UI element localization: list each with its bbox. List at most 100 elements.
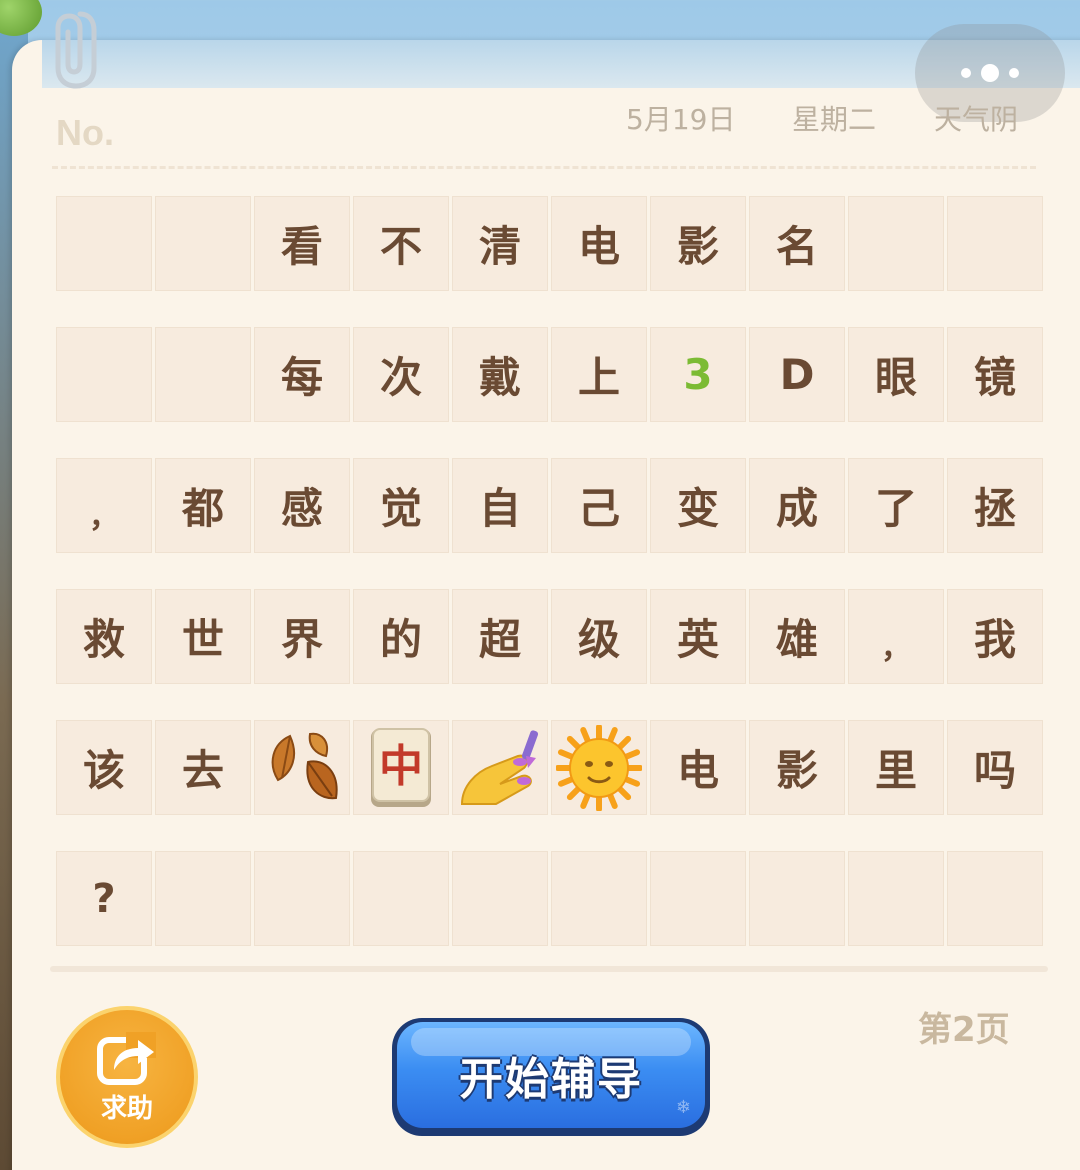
cell-character: 该 [82,746,125,795]
character-cell: 超 [452,589,548,684]
emoji-cell [254,720,350,815]
empty-cell [848,196,944,291]
character-cell: 界 [254,589,350,684]
empty-cell [254,851,350,946]
cell-character: 雄 [775,615,818,664]
cell-character: 次 [379,353,422,402]
emoji-cell [452,720,548,815]
cell-character: 感 [280,484,323,533]
character-cell: 上 [551,327,647,422]
character-cell: ? [56,851,152,946]
paperclip-icon [55,11,97,89]
punctuation-cell: ， [56,458,152,553]
empty-cell [155,327,251,422]
menu-dot-icon [1009,68,1019,78]
character-cell: 清 [452,196,548,291]
cell-character: 镜 [973,353,1016,402]
footer-divider [50,966,1048,972]
weekday-label: 星期二 [792,103,877,136]
emoji-cell: 中 [353,720,449,815]
character-cell: 3 [650,327,746,422]
nail-polish-icon [456,726,544,810]
character-cell: 不 [353,196,449,291]
cell-character: 戴 [478,353,521,402]
character-cell: 镜 [947,327,1043,422]
character-cell: 影 [749,720,845,815]
empty-cell [155,851,251,946]
character-cell: 变 [650,458,746,553]
cell-character: 变 [676,484,719,533]
empty-cell [848,851,944,946]
empty-cell [56,327,152,422]
menu-dot-icon [981,64,999,82]
cell-character: 电 [577,222,620,271]
empty-cell [749,851,845,946]
entry-number-label: No. [56,112,114,153]
help-button[interactable]: 求助 [56,1006,198,1148]
tile-character: 中 [379,741,423,792]
character-cell: D [749,327,845,422]
grid-row: ? [56,851,1046,948]
character-cell: 吗 [947,720,1043,815]
cell-character: 上 [577,353,620,402]
cell-character: 自 [478,484,521,533]
cell-character: 了 [874,484,917,533]
empty-cell [551,851,647,946]
cell-character: 成 [775,484,818,533]
empty-cell [947,851,1043,946]
cell-character: 不 [379,222,422,271]
cell-character: 影 [676,222,719,271]
character-cell: 影 [650,196,746,291]
character-cell: 都 [155,458,251,553]
grid-row: 救 世 界 的 超 级 英 雄 ， 我 [56,589,1046,686]
cell-character: 3 [683,350,713,399]
character-cell: 感 [254,458,350,553]
sun-with-face-icon [556,724,642,811]
cell-character: 眼 [874,353,917,402]
character-cell: 己 [551,458,647,553]
date-label: 5月19日 [626,103,736,136]
character-cell: 拯 [947,458,1043,553]
emoji-cell [551,720,647,815]
menu-dot-icon [961,68,971,78]
leaf-decoration [0,0,42,36]
character-cell: 电 [551,196,647,291]
header-divider [52,166,1036,169]
cell-character: 己 [577,484,620,533]
cell-character: 看 [280,222,323,271]
cell-character: 里 [874,746,917,795]
start-button-face: 开始辅导 ❄ [397,1022,705,1128]
character-cell: 级 [551,589,647,684]
cell-character: 超 [478,615,521,664]
cell-character: 救 [82,615,125,664]
page-number: 第2页 [918,1010,1010,1050]
help-button-label: 求助 [100,1093,153,1124]
character-cell: 每 [254,327,350,422]
cell-character: 影 [775,746,818,795]
cell-character: 吗 [973,746,1016,795]
fallen-leaves-icon [260,728,344,808]
cell-character: 每 [280,353,323,402]
cell-character: 觉 [379,484,422,533]
cell-character: 去 [181,746,224,795]
character-cell: 自 [452,458,548,553]
cell-character: 英 [676,615,719,664]
character-cell: 雄 [749,589,845,684]
character-cell: 成 [749,458,845,553]
empty-cell [353,851,449,946]
character-cell: 觉 [353,458,449,553]
cell-character: 我 [973,615,1016,664]
cell-character: 拯 [973,484,1016,533]
empty-cell [947,196,1043,291]
share-icon [97,1031,156,1085]
cell-punctuation: ， [89,500,119,535]
start-tutoring-button[interactable]: 开始辅导 ❄ [392,1018,710,1136]
cell-character: 清 [478,222,521,271]
cell-character: 名 [775,222,818,271]
character-cell: 看 [254,196,350,291]
cell-character: 世 [181,615,224,664]
snowflake-icon: ❄ [675,1097,691,1118]
character-cell: 该 [56,720,152,815]
start-button-label: 开始辅导 [459,1054,643,1105]
cell-character: 都 [181,484,224,533]
